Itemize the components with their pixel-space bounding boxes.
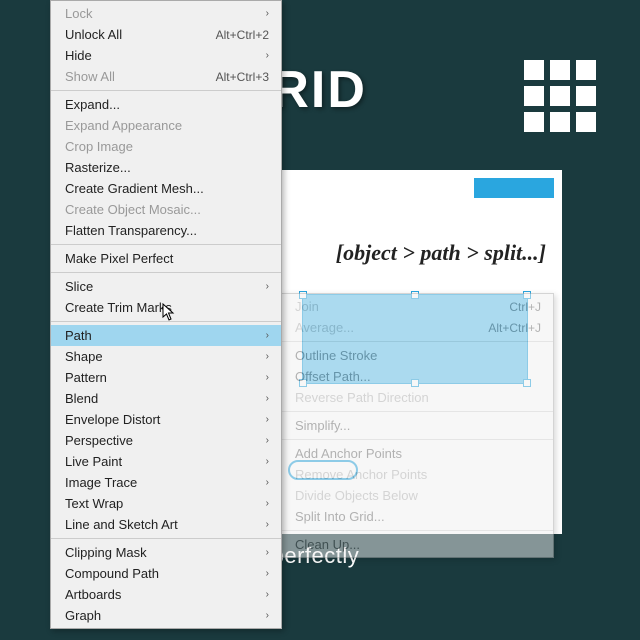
menu-item-compound-path[interactable]: Compound Path› — [51, 563, 281, 584]
submenu-item-reverse-path[interactable]: Reverse Path Direction — [281, 387, 553, 408]
menu-item-live-paint[interactable]: Live Paint› — [51, 451, 281, 472]
menu-item-gradient-mesh[interactable]: Create Gradient Mesh... — [51, 178, 281, 199]
submenu-item-average[interactable]: Average...Alt+Ctrl+J — [281, 317, 553, 338]
menu-item-text-wrap[interactable]: Text Wrap› — [51, 493, 281, 514]
menu-item-pixel-perfect[interactable]: Make Pixel Perfect — [51, 248, 281, 269]
grid-icon — [524, 60, 596, 132]
submenu-item-split-grid[interactable]: Split Into Grid... — [281, 506, 553, 527]
menu-item-pattern[interactable]: Pattern› — [51, 367, 281, 388]
menu-item-envelope-distort[interactable]: Envelope Distort› — [51, 409, 281, 430]
menu-item-hide[interactable]: Hide› — [51, 45, 281, 66]
menu-item-object-mosaic[interactable]: Create Object Mosaic... — [51, 199, 281, 220]
menu-item-trim-marks[interactable]: Create Trim Marks — [51, 297, 281, 318]
submenu-item-add-anchor[interactable]: Add Anchor Points — [281, 443, 553, 464]
submenu-path[interactable]: JoinCtrl+J Average...Alt+Ctrl+J Outline … — [280, 293, 554, 558]
submenu-item-clean-up[interactable]: Clean Up... — [281, 534, 553, 555]
menu-item-perspective[interactable]: Perspective› — [51, 430, 281, 451]
menu-item-crop-image[interactable]: Crop Image — [51, 136, 281, 157]
submenu-item-divide-below[interactable]: Divide Objects Below — [281, 485, 553, 506]
menu-item-show-all[interactable]: Show AllAlt+Ctrl+3 — [51, 66, 281, 87]
menu-item-expand[interactable]: Expand... — [51, 94, 281, 115]
menu-item-shape[interactable]: Shape› — [51, 346, 281, 367]
menu-item-line-sketch[interactable]: Line and Sketch Art› — [51, 514, 281, 535]
submenu-item-simplify[interactable]: Simplify... — [281, 415, 553, 436]
menu-item-path[interactable]: Path› — [51, 325, 281, 346]
menu-item-clipping-mask[interactable]: Clipping Mask› — [51, 542, 281, 563]
menu-item-artboards[interactable]: Artboards› — [51, 584, 281, 605]
menu-item-blend[interactable]: Blend› — [51, 388, 281, 409]
menu-item-unlock-all[interactable]: Unlock AllAlt+Ctrl+2 — [51, 24, 281, 45]
submenu-item-outline-stroke[interactable]: Outline Stroke — [281, 345, 553, 366]
submenu-item-remove-anchor[interactable]: Remove Anchor Points — [281, 464, 553, 485]
accent-bar — [474, 178, 554, 198]
menu-item-rasterize[interactable]: Rasterize... — [51, 157, 281, 178]
menu-item-lock[interactable]: Lock› — [51, 3, 281, 24]
menu-item-image-trace[interactable]: Image Trace› — [51, 472, 281, 493]
menu-item-graph[interactable]: Graph› — [51, 605, 281, 626]
submenu-item-join[interactable]: JoinCtrl+J — [281, 296, 553, 317]
menu-item-flatten-transparency[interactable]: Flatten Transparency... — [51, 220, 281, 241]
context-menu-object[interactable]: Lock› Unlock AllAlt+Ctrl+2 Hide› Show Al… — [50, 0, 282, 629]
menu-item-expand-appearance[interactable]: Expand Appearance — [51, 115, 281, 136]
menu-item-slice[interactable]: Slice› — [51, 276, 281, 297]
submenu-item-offset-path[interactable]: Offset Path... — [281, 366, 553, 387]
